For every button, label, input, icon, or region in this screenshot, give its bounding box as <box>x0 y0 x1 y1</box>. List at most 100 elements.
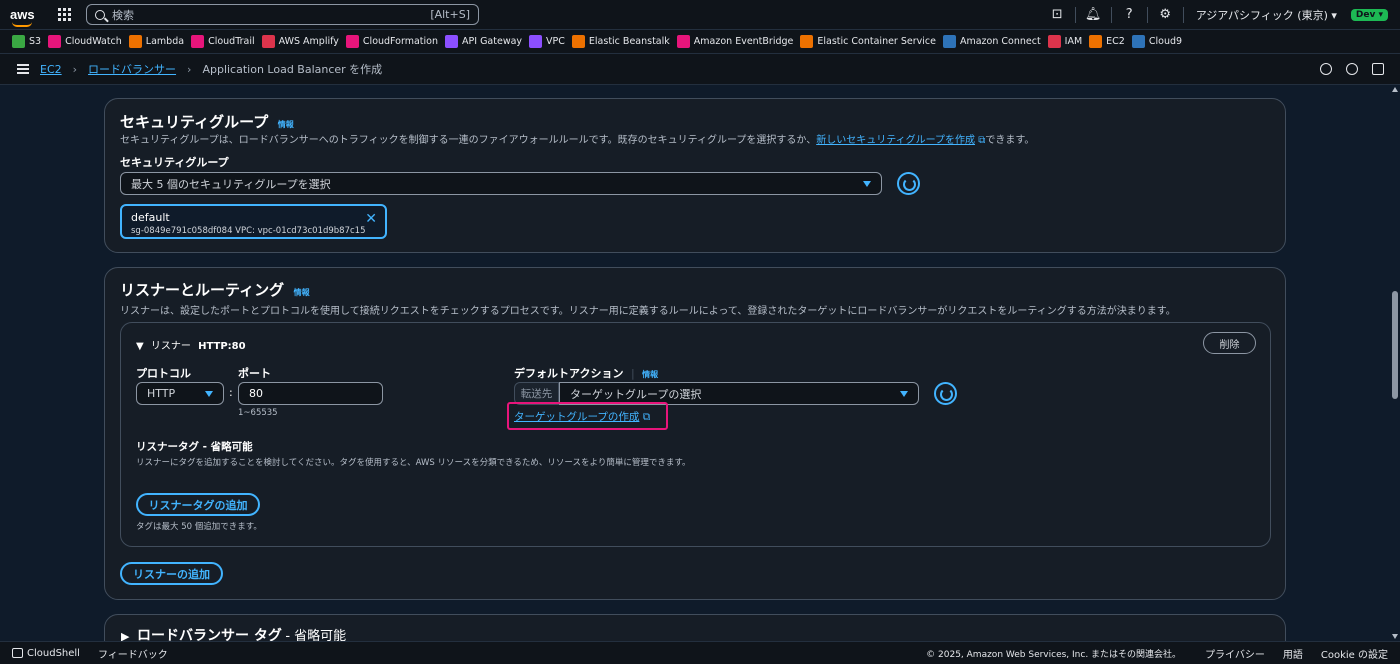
external-link-icon: ⧉ <box>975 135 986 146</box>
cloudtrail-icon <box>191 35 205 48</box>
breadcrumb-load-balancers[interactable]: ロードバランサー <box>88 61 176 77</box>
connect-icon <box>942 35 956 48</box>
info-link[interactable]: 情報 <box>294 288 310 297</box>
remove-token-close-icon[interactable]: ✕ <box>365 211 377 227</box>
favorites-bar: S3 CloudWatch Lambda CloudTrail AWS Ampl… <box>0 30 1400 54</box>
search-placeholder: 検索 <box>112 8 134 22</box>
aws-logo[interactable]: aws <box>10 7 48 27</box>
remove-listener-button[interactable]: 削除 <box>1203 332 1256 354</box>
selected-security-group-token: default sg-0849e791c058df084 VPC: vpc-01… <box>120 204 387 239</box>
cloudshell-icon[interactable]: ⊡ <box>1040 6 1076 23</box>
cloudshell-link[interactable]: CloudShell <box>27 648 80 659</box>
favorite-api-gateway[interactable]: API Gateway <box>445 35 522 48</box>
api-gateway-icon <box>445 35 459 48</box>
menu-hamburger-icon[interactable] <box>17 64 29 74</box>
port-hint: 1~65535 <box>238 408 278 418</box>
cookie-settings-link[interactable]: Cookie の設定 <box>1321 646 1388 661</box>
search-input[interactable]: 検索 [Alt+S] <box>86 4 479 25</box>
port-label: ポート <box>238 367 271 380</box>
token-detail: sg-0849e791c058df084 VPC: vpc-01cd73c01d… <box>131 226 366 236</box>
security-group-card: セキュリティグループ 情報 セキュリティグループは、ロードバランサーへのトラフィ… <box>104 98 1286 253</box>
favorite-cloudtrail[interactable]: CloudTrail <box>191 35 255 48</box>
scroll-down-icon[interactable] <box>1392 634 1398 639</box>
s3-icon <box>12 35 25 48</box>
chevron-right-icon: › <box>187 62 192 76</box>
favorite-ec2[interactable]: EC2 <box>1089 35 1125 48</box>
help-icon[interactable]: ? <box>1112 6 1148 23</box>
settings-gear-icon[interactable]: ⚙ <box>1148 6 1184 23</box>
top-navigation: aws 検索 [Alt+S] ⊡ 🔔︎ ? ⚙ アジアパシフィック (東京) ▾… <box>0 0 1400 30</box>
listener-tags-description: リスナーにタグを追加することを検討してください。タグを使用すると、AWS リソー… <box>136 458 691 468</box>
services-menu-icon[interactable] <box>58 7 72 22</box>
favorite-cloud9[interactable]: Cloud9 <box>1131 35 1182 48</box>
listeners-routing-card: リスナーとルーティング 情報 リスナーは、設定したポートとプロトコルを使用して接… <box>104 267 1286 600</box>
add-listener-button[interactable]: リスナーの追加 <box>120 562 223 585</box>
caret-down-icon <box>863 180 871 187</box>
cloud9-icon <box>1131 35 1145 48</box>
caret-right-icon: ▶ <box>121 630 130 641</box>
feedback-icon[interactable] <box>1372 63 1384 75</box>
account-menu[interactable]: Dev ▾ <box>1350 8 1388 21</box>
chevron-right-icon: › <box>72 62 78 76</box>
iam-icon <box>1047 35 1061 48</box>
ecs-icon <box>800 35 814 48</box>
caret-down-icon <box>900 390 908 397</box>
favorite-cloudwatch[interactable]: CloudWatch <box>48 35 122 48</box>
protocol-label: プロトコル <box>136 367 191 380</box>
favorite-amplify[interactable]: AWS Amplify <box>261 35 339 48</box>
tag-limit-hint: タグは最大 50 個追加できます。 <box>136 522 262 532</box>
eventbridge-icon <box>676 35 690 48</box>
privacy-link[interactable]: プライバシー <box>1205 646 1265 661</box>
ec2-icon <box>1089 35 1103 48</box>
security-group-select[interactable]: 最大 5 個のセキュリティグループを選択 <box>120 172 882 195</box>
favorite-ecs[interactable]: Elastic Container Service <box>800 35 936 48</box>
favorite-cloudformation[interactable]: CloudFormation <box>345 35 438 48</box>
terms-link[interactable]: 用語 <box>1283 646 1303 661</box>
search-icon <box>95 9 105 20</box>
copyright: © 2025, Amazon Web Services, Inc. またはその関… <box>926 649 1182 660</box>
section-description: リスナーは、設定したポートとプロトコルを使用して接続リクエストをチェックするプロ… <box>120 306 1176 317</box>
favorite-elastic-beanstalk[interactable]: Elastic Beanstalk <box>571 35 670 48</box>
breadcrumb-ec2[interactable]: EC2 <box>40 63 62 76</box>
feedback-link[interactable]: フィードバック <box>98 646 168 661</box>
token-name: default <box>131 211 170 224</box>
scroll-up-icon[interactable] <box>1392 87 1398 92</box>
port-input[interactable]: 80 <box>238 382 383 405</box>
colon-separator: : <box>229 386 233 399</box>
favorite-connect[interactable]: Amazon Connect <box>942 35 1041 48</box>
load-balancer-tags-card[interactable]: ▶ ロードバランサー タグ - 省略可能 <box>104 614 1286 641</box>
scrollbar-thumb[interactable] <box>1392 291 1398 399</box>
amplify-icon <box>261 35 275 48</box>
breadcrumb: EC2 › ロードバランサー › Application Load Balanc… <box>0 54 1400 85</box>
favorite-eventbridge[interactable]: Amazon EventBridge <box>676 35 793 48</box>
section-title: ロードバランサー タグ <box>136 628 282 641</box>
caret-down-icon: ▼ <box>136 341 144 352</box>
favorite-iam[interactable]: IAM <box>1047 35 1082 48</box>
info-icon[interactable] <box>1320 63 1332 75</box>
status-icon[interactable] <box>1346 63 1358 75</box>
notifications-icon[interactable]: 🔔︎ <box>1076 6 1112 23</box>
favorite-s3[interactable]: S3 <box>12 35 41 48</box>
create-target-group-link[interactable]: ターゲットグループの作成 ⧉ <box>514 409 650 424</box>
elastic-beanstalk-icon <box>571 35 585 48</box>
vertical-scrollbar[interactable] <box>1390 85 1400 641</box>
info-link[interactable]: 情報 <box>278 120 294 129</box>
refresh-icon[interactable] <box>934 382 957 405</box>
favorite-vpc[interactable]: VPC <box>529 35 565 48</box>
favorite-lambda[interactable]: Lambda <box>128 35 184 48</box>
section-title: セキュリティグループ <box>120 113 269 131</box>
create-security-group-link[interactable]: 新しいセキュリティグループを作成 <box>816 135 975 146</box>
cloudwatch-icon <box>48 35 62 48</box>
main-content: セキュリティグループ 情報 セキュリティグループは、ロードバランサーへのトラフィ… <box>0 85 1390 641</box>
footer: CloudShell フィードバック © 2025, Amazon Web Se… <box>0 641 1400 664</box>
vpc-icon <box>529 35 543 48</box>
protocol-select[interactable]: HTTP <box>136 382 224 405</box>
default-action-label: デフォルトアクション <box>514 367 624 380</box>
cloudshell-footer-icon[interactable] <box>12 648 23 658</box>
info-link[interactable]: 情報 <box>642 370 658 379</box>
caret-down-icon <box>205 390 213 397</box>
region-selector[interactable]: アジアパシフィック (東京) ▾ <box>1184 7 1351 23</box>
refresh-icon[interactable] <box>897 172 920 195</box>
add-listener-tag-button[interactable]: リスナータグの追加 <box>136 493 260 516</box>
listener-header[interactable]: ▼ リスナー HTTP:80 <box>136 337 246 352</box>
